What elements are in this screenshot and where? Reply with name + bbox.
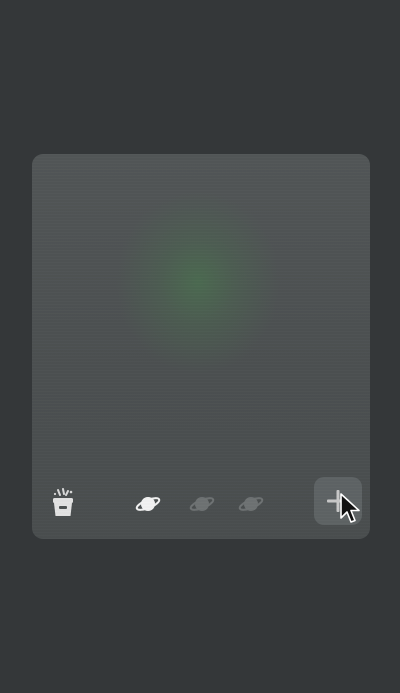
app-screen	[0, 0, 400, 693]
add-button[interactable]	[314, 477, 362, 525]
planet-icon	[238, 497, 264, 511]
planet-button-2[interactable]	[189, 491, 215, 517]
planet-button-3[interactable]	[238, 491, 264, 517]
plus-icon	[327, 490, 349, 512]
planet-button-1[interactable]	[135, 491, 161, 517]
widget-card	[32, 154, 370, 539]
planet-icon	[189, 497, 215, 511]
cleaner-button[interactable]	[49, 488, 77, 518]
card-toolbar	[32, 475, 370, 539]
planet-icon	[135, 497, 161, 511]
cleaner-basket-icon	[53, 488, 73, 516]
